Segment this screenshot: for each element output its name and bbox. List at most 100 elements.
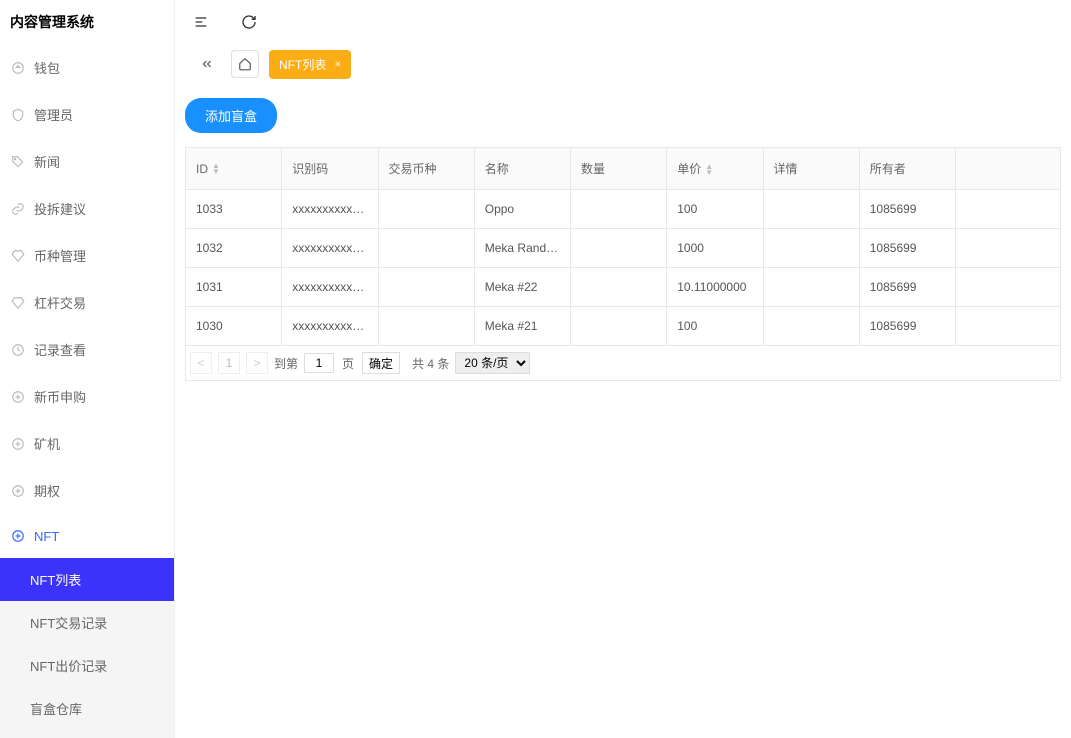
tab-label: NFT列表	[279, 56, 326, 73]
cell-detail	[763, 268, 859, 307]
cell-actions	[956, 190, 1061, 229]
sidebar-item-label: 投拆建议	[34, 199, 86, 218]
page-number[interactable]: 1	[218, 352, 240, 374]
cell-name: Meka Random	[474, 229, 570, 268]
main: NFT列表 × 添加盲盒 ID▲▼ 识别码 交易币种 名称 数量 单价▲▼ 详情	[175, 0, 1071, 738]
cell-name: Meka #22	[474, 268, 570, 307]
diamond-icon	[10, 248, 26, 264]
sidebar-item-new-coin[interactable]: 新币申购	[0, 373, 174, 420]
table-row[interactable]: 1030xxxxxxxxxxxxx… Meka #21 100 1085699	[186, 307, 1061, 346]
sidebar-item-news[interactable]: 新闻	[0, 138, 174, 185]
wallet-icon	[10, 60, 26, 76]
sort-icon: ▲▼	[212, 163, 220, 175]
cell-id: 1031	[186, 268, 282, 307]
cell-qty	[571, 190, 667, 229]
goto-prefix: 到第	[274, 355, 298, 372]
cell-owner: 1085699	[859, 190, 955, 229]
table-header-row: ID▲▼ 识别码 交易币种 名称 数量 单价▲▼ 详情 所有者	[186, 148, 1061, 190]
cell-currency	[378, 229, 474, 268]
add-blindbox-button[interactable]: 添加盲盒	[185, 98, 277, 133]
cell-owner: 1085699	[859, 307, 955, 346]
cell-currency	[378, 307, 474, 346]
cell-detail	[763, 229, 859, 268]
cell-qty	[571, 268, 667, 307]
cell-name: Meka #21	[474, 307, 570, 346]
close-icon[interactable]: ×	[334, 57, 341, 71]
tabs-prev-button[interactable]	[193, 50, 221, 78]
sidebar-item-label: 币种管理	[34, 246, 86, 265]
col-owner: 所有者	[859, 148, 955, 190]
goto-confirm-button[interactable]: 确定	[362, 352, 400, 374]
col-name: 名称	[474, 148, 570, 190]
sidebar-item-options[interactable]: 期权	[0, 467, 174, 514]
plus-circle-icon	[10, 389, 26, 405]
cell-price: 10.11000000	[667, 268, 763, 307]
sidebar-item-label: 新闻	[34, 152, 60, 171]
diamond-icon	[10, 295, 26, 311]
cell-id: 1032	[186, 229, 282, 268]
sidebar-item-label: 记录查看	[34, 340, 86, 359]
sidebar-item-wallet[interactable]: 钱包	[0, 44, 174, 91]
sidebar-sub-nft-bid[interactable]: NFT出价记录	[0, 644, 174, 687]
cell-qty	[571, 307, 667, 346]
col-id[interactable]: ID▲▼	[186, 148, 282, 190]
shield-icon	[10, 107, 26, 123]
sidebar-sub-nft-auction[interactable]: NFT拍卖订单	[0, 730, 174, 738]
sidebar-item-complaint[interactable]: 投拆建议	[0, 185, 174, 232]
cell-code: xxxxxxxxxxxxx…	[282, 307, 378, 346]
cell-qty	[571, 229, 667, 268]
app-title: 内容管理系统	[0, 0, 174, 44]
cell-price: 100	[667, 307, 763, 346]
nft-table: ID▲▼ 识别码 交易币种 名称 数量 单价▲▼ 详情 所有者 1033xxxx…	[185, 147, 1061, 346]
table-row[interactable]: 1033xxxxxxxxxxxxx…Oppo1001085699	[186, 190, 1061, 229]
sidebar-sub-nft-list[interactable]: NFT列表	[0, 558, 174, 601]
col-currency: 交易币种	[378, 148, 474, 190]
page-next-button[interactable]: >	[246, 352, 268, 374]
col-code: 识别码	[282, 148, 378, 190]
sidebar-item-nft[interactable]: NFT	[0, 514, 174, 558]
tag-icon	[10, 154, 26, 170]
cell-owner: 1085699	[859, 229, 955, 268]
refresh-button[interactable]	[241, 14, 257, 30]
sort-icon: ▲▼	[705, 164, 713, 176]
tabsbar: NFT列表 ×	[175, 44, 1071, 84]
sidebar-item-label: NFT	[34, 529, 59, 544]
tab-nft-list[interactable]: NFT列表 ×	[269, 50, 351, 79]
total-count: 共 4 条	[412, 355, 449, 372]
content: 添加盲盒 ID▲▼ 识别码 交易币种 名称 数量 单价▲▼ 详情 所有者	[175, 84, 1071, 387]
plus-circle-icon	[10, 483, 26, 499]
cell-code: xxxxxxxxxxxxx…	[282, 268, 378, 307]
sidebar-item-leverage[interactable]: 杠杆交易	[0, 279, 174, 326]
cell-actions	[956, 307, 1061, 346]
col-actions	[956, 148, 1061, 190]
plus-circle-icon	[10, 436, 26, 452]
page-prev-button[interactable]: <	[190, 352, 212, 374]
cell-code: xxxxxxxxxxxxx…	[282, 190, 378, 229]
page-size-select[interactable]: 20 条/页	[455, 352, 530, 374]
cell-name: Oppo	[474, 190, 570, 229]
table-row[interactable]: 1032xxxxxxxxxxxxx…Meka Random10001085699	[186, 229, 1061, 268]
sidebar: 内容管理系统 钱包 管理员 新闻 投拆建议 币种管理 杠杆交易 记录查看	[0, 0, 175, 738]
sidebar-item-label: 钱包	[34, 58, 60, 77]
pagination: < 1 > 到第 页 确定 共 4 条 20 条/页	[185, 346, 1061, 381]
cell-id: 1030	[186, 307, 282, 346]
sidebar-item-label: 新币申购	[34, 387, 86, 406]
col-price[interactable]: 单价▲▼	[667, 148, 763, 190]
col-qty: 数量	[571, 148, 667, 190]
sidebar-item-coin-manage[interactable]: 币种管理	[0, 232, 174, 279]
table-row[interactable]: 1031xxxxxxxxxxxxx…Meka #2210.11000000108…	[186, 268, 1061, 307]
sidebar-item-miner[interactable]: 矿机	[0, 420, 174, 467]
home-button[interactable]	[231, 50, 259, 78]
link-icon	[10, 201, 26, 217]
collapse-menu-button[interactable]	[193, 14, 209, 30]
goto-page-input[interactable]	[304, 353, 334, 373]
sidebar-sub-blindbox[interactable]: 盲盒仓库	[0, 687, 174, 730]
sidebar-item-label: 矿机	[34, 434, 60, 453]
sidebar-sub-nft-trade[interactable]: NFT交易记录	[0, 601, 174, 644]
cell-detail	[763, 307, 859, 346]
cell-id: 1033	[186, 190, 282, 229]
cell-currency	[378, 190, 474, 229]
sidebar-item-admin[interactable]: 管理员	[0, 91, 174, 138]
sidebar-item-records[interactable]: 记录查看	[0, 326, 174, 373]
cell-detail	[763, 190, 859, 229]
